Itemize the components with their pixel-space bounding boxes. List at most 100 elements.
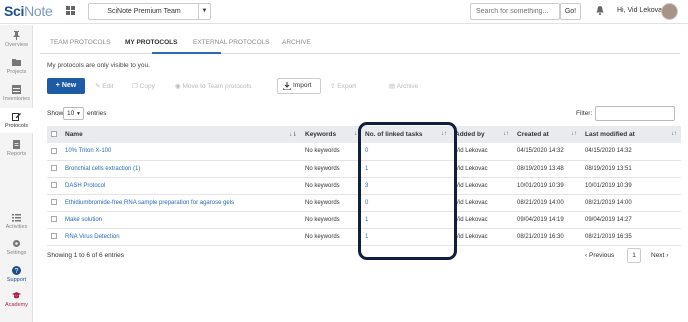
keywords-cell: No keywords (305, 216, 340, 223)
sidebar-item-projects[interactable]: Projects (0, 58, 33, 75)
sidebar-item-reports[interactable]: Reports (0, 140, 33, 157)
team-name: SciNote Premium Team (107, 8, 181, 15)
modified-at-cell: 08/19/2019 13:51 (585, 165, 632, 172)
row-checkbox[interactable] (51, 216, 57, 223)
new-button[interactable]: + New (47, 78, 85, 94)
chevron-left-icon: ‹ (585, 252, 588, 259)
added-by-cell: Vid Lekovac (455, 182, 488, 189)
tab-external-protocols[interactable]: EXTERNAL PROTOCOLS (193, 39, 270, 46)
row-checkbox[interactable] (51, 165, 57, 172)
visibility-notice: My protocols are only visible to you. (47, 62, 150, 69)
sort-icon: ↓↑ (571, 131, 577, 137)
edit-button-label: Edit (102, 83, 114, 90)
created-at-cell: 08/21/2019 16:30 (517, 233, 564, 240)
eye-icon: ◉ (175, 83, 181, 90)
list-icon (12, 214, 21, 222)
added-by-cell: Vid Lekovac (455, 216, 488, 223)
protocol-name-link[interactable]: DASH Protocol (61, 177, 301, 194)
sidebar-item-label: Settings (6, 250, 27, 256)
keywords-cell: No keywords (305, 165, 340, 172)
sidebar-item-support[interactable]: ? Support (0, 266, 33, 283)
entries-label: entries (87, 110, 107, 117)
created-at-cell: 08/19/2019 13:48 (517, 165, 564, 172)
modified-at-cell: 08/21/2019 16:35 (585, 233, 632, 240)
added-by-cell: Vid Lekovac (455, 233, 488, 240)
search-input[interactable] (470, 3, 560, 20)
apps-grid-icon[interactable] (66, 6, 76, 16)
sidebar-item-overview[interactable]: Overview (0, 31, 33, 48)
chevron-right-icon: › (666, 252, 669, 259)
archive-button[interactable]: ▤ Archive (389, 79, 418, 94)
select-all-checkbox[interactable] (51, 131, 57, 138)
linked-tasks-highlight-frame (358, 122, 457, 260)
modified-at-cell: 09/04/2019 14:27 (585, 216, 632, 223)
keywords-cell: No keywords (305, 148, 340, 155)
export-button-label: Export (337, 83, 357, 90)
column-header-keywords[interactable]: Keywords ↓ (301, 126, 361, 143)
sidebar-item-label: Activities (5, 224, 28, 230)
protocol-name-link[interactable]: Make solution (61, 211, 301, 228)
import-icon (283, 82, 291, 90)
created-at-cell: 04/15/2020 14:32 (517, 148, 564, 155)
sidebar-item-academy[interactable]: Academy (0, 291, 33, 308)
gear-icon (13, 240, 20, 247)
protocol-tabs: TEAM PROTOCOLS MY PROTOCOLS EXTERNAL PRO… (40, 32, 680, 54)
plus-icon: + (55, 82, 60, 89)
sidebar-item-activities[interactable]: Activities (0, 213, 33, 230)
pin-icon (13, 31, 20, 40)
protocol-name-link[interactable]: 10% Triton X-100 (61, 143, 301, 160)
sort-desc-icon: ↓⇂ (288, 132, 297, 138)
protocol-name-link[interactable]: RNA Virus Detection (61, 228, 301, 245)
scinote-logo[interactable]: SciNote (4, 3, 53, 19)
archive-icon: ▤ (389, 83, 396, 90)
row-checkbox[interactable] (51, 199, 57, 206)
bell-icon[interactable] (596, 6, 604, 15)
tab-team-protocols[interactable]: TEAM PROTOCOLS (50, 39, 111, 46)
filter-input[interactable] (595, 106, 675, 121)
avatar[interactable] (661, 3, 678, 20)
row-checkbox[interactable] (51, 147, 57, 154)
sidebar-item-label: Protocols (5, 123, 28, 129)
column-header-created-at[interactable]: Created at ↓↑ (513, 126, 581, 143)
copy-icon: ❐ (132, 83, 138, 90)
move-to-team-button[interactable]: ◉ Move to Team protocols (175, 79, 251, 94)
page-number-button[interactable]: 1 (627, 248, 641, 263)
import-button-label: Import (293, 82, 312, 89)
added-by-cell: Vid Lekovac (455, 148, 488, 155)
created-at-cell: 08/21/2019 14:00 (517, 199, 564, 206)
sidebar-item-label: Inventories (3, 96, 30, 102)
page-size-select[interactable]: 10 ▼ (63, 107, 84, 120)
select-all-cell[interactable] (47, 126, 61, 143)
tab-archive[interactable]: ARCHIVE (282, 39, 311, 46)
sidebar-item-label: Overview (5, 42, 28, 48)
column-header-name[interactable]: Name ↓⇂ (61, 126, 301, 143)
row-checkbox[interactable] (51, 233, 57, 240)
column-header-added-by[interactable]: Added by ↓↑ (451, 126, 513, 143)
active-tab-indicator (152, 52, 221, 54)
copy-button[interactable]: ❐ Copy (132, 79, 155, 94)
user-greeting[interactable]: Hi, Vid Lekovac (617, 7, 666, 14)
search-go-button[interactable]: Go! (560, 3, 581, 20)
previous-page-button[interactable]: ‹ Previous (585, 252, 614, 259)
protocol-name-link[interactable]: Ethidiumbromide-free RNA sample preparat… (61, 194, 301, 211)
sidebar-item-settings[interactable]: Settings (0, 239, 33, 256)
export-button[interactable]: ⇪ Export (330, 79, 356, 94)
edit-button[interactable]: ✎ Edit (95, 79, 113, 94)
sidebar-item-inventories[interactable]: Inventories (0, 85, 33, 102)
folder-icon (12, 59, 21, 66)
graduation-cap-icon (12, 292, 21, 299)
sidebar-item-protocols[interactable]: Protocols (0, 108, 33, 133)
modified-at-cell: 10/01/2019 10:39 (585, 182, 632, 189)
import-button[interactable]: Import (277, 78, 321, 94)
keywords-cell: No keywords (305, 233, 340, 240)
protocol-name-link[interactable]: Bronchial cells extraction (1) (61, 160, 301, 177)
sort-icon: ↓↑ (671, 131, 677, 137)
row-checkbox[interactable] (51, 182, 57, 189)
team-selector[interactable]: SciNote Premium Team ▼ (88, 3, 211, 20)
column-header-modified-at[interactable]: Last modified at ↓↑ (581, 126, 681, 143)
next-page-button[interactable]: Next › (651, 252, 668, 259)
chevron-down-icon: ▼ (76, 111, 81, 117)
tab-my-protocols[interactable]: MY PROTOCOLS (125, 39, 178, 46)
pencil-icon: ✎ (95, 83, 101, 90)
filter-label: Filter: (576, 110, 593, 117)
